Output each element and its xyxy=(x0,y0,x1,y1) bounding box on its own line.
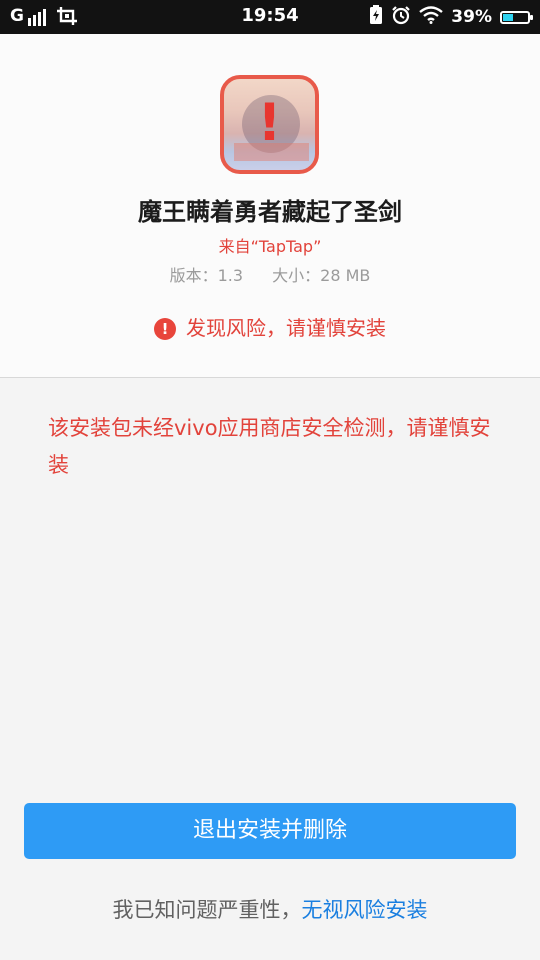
status-bar-right: 39% xyxy=(369,5,533,29)
risk-notice: ! 发现风险，请谨慎安装 xyxy=(0,312,540,341)
alarm-icon xyxy=(391,5,411,29)
app-version: 版本：1.3 xyxy=(169,266,244,285)
ignore-risk-install-link[interactable]: 无视风险安装 xyxy=(302,898,428,922)
app-source: 来自“TapTap” xyxy=(218,237,322,256)
app-name: 魔王瞒着勇者藏起了圣剑 xyxy=(138,198,402,226)
battery-percent: 39% xyxy=(451,7,492,27)
ignore-risk-prefix: 我已知问题严重性， xyxy=(112,898,302,922)
status-bar: G 19:54 39% xyxy=(0,0,540,34)
app-icon: ! xyxy=(220,75,319,174)
battery-saver-icon xyxy=(369,5,383,29)
app-info-card: ! 魔王瞒着勇者藏起了圣剑 来自“TapTap” 版本：1.3 大小：28 MB… xyxy=(0,34,540,378)
battery-icon xyxy=(500,10,533,24)
ignore-risk-line: 我已知问题严重性，无视风险安装 xyxy=(0,894,540,924)
wifi-icon xyxy=(419,6,444,28)
battery-level-fill xyxy=(503,13,514,21)
app-size: 大小：28 MB xyxy=(272,266,371,285)
risk-text: 发现风险，请谨慎安装 xyxy=(186,316,386,340)
security-warning-message: 该安装包未经vivo应用商店安全检测，请谨慎安装 xyxy=(48,416,491,477)
app-meta: 版本：1.3 大小：28 MB xyxy=(0,262,540,286)
alert-icon: ! xyxy=(154,318,176,340)
app-icon-warning-mark: ! xyxy=(257,93,282,153)
exit-and-delete-button[interactable]: 退出安装并删除 xyxy=(24,803,516,859)
